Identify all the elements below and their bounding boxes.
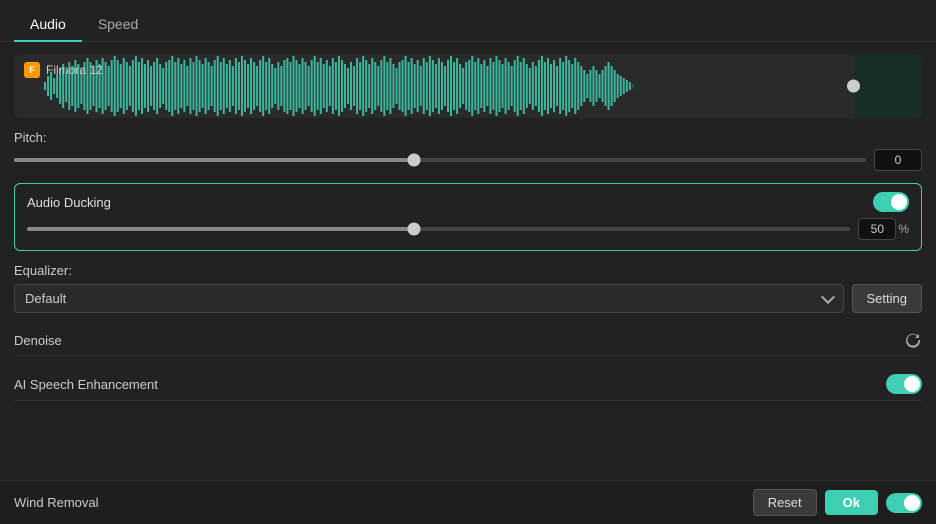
ducking-slider-thumb[interactable]	[407, 223, 420, 236]
ducking-percent: %	[898, 222, 909, 236]
bottom-bar: Wind Removal Reset Ok	[0, 480, 936, 524]
ducking-slider-track[interactable]	[27, 227, 850, 231]
reset-button[interactable]: Reset	[753, 489, 817, 516]
main-container: Audio Speed F Filmora 12	[0, 0, 936, 524]
ai-speech-row: AI Speech Enhancement	[14, 368, 922, 401]
waveform-dark-end	[854, 54, 922, 118]
pitch-slider-row: 0	[14, 149, 922, 171]
pitch-slider-track[interactable]	[14, 158, 866, 162]
equalizer-setting-button[interactable]: Setting	[852, 284, 922, 313]
denoise-row: Denoise	[14, 325, 922, 356]
ai-speech-toggle-knob	[904, 376, 920, 392]
audio-ducking-header: Audio Ducking	[27, 192, 909, 212]
ducking-slider-fill	[27, 227, 414, 231]
equalizer-section: Equalizer: Default Setting	[14, 263, 922, 313]
pitch-value[interactable]: 0	[874, 149, 922, 171]
toggle-knob	[891, 194, 907, 210]
ducking-value-box: 50 %	[858, 218, 909, 240]
audio-ducking-toggle[interactable]	[873, 192, 909, 212]
equalizer-selected-value: Default	[25, 291, 66, 306]
tab-speed[interactable]: Speed	[82, 10, 154, 42]
denoise-refresh-icon[interactable]	[904, 331, 922, 349]
ai-speech-toggle[interactable]	[886, 374, 922, 394]
pitch-slider-fill	[14, 158, 414, 162]
wind-removal-toggle[interactable]	[886, 493, 922, 513]
equalizer-label: Equalizer:	[14, 263, 922, 278]
waveform-playhead[interactable]	[847, 80, 860, 93]
ducking-slider-row: 50 %	[27, 218, 909, 240]
waveform-container: F Filmora 12	[14, 54, 922, 118]
ok-button[interactable]: Ok	[825, 490, 878, 515]
tab-bar: Audio Speed	[0, 0, 936, 42]
audio-ducking-title: Audio Ducking	[27, 195, 111, 210]
denoise-label: Denoise	[14, 333, 62, 348]
wind-removal-toggle-knob	[904, 495, 920, 511]
waveform-svg	[44, 54, 852, 118]
equalizer-controls: Default Setting	[14, 284, 922, 313]
tab-audio[interactable]: Audio	[14, 10, 82, 42]
audio-ducking-section: Audio Ducking 50 %	[14, 183, 922, 251]
filmora-icon: F	[24, 62, 40, 78]
waveform-label: F Filmora 12	[24, 62, 103, 78]
wind-removal-label: Wind Removal	[14, 495, 99, 510]
chevron-down-icon	[820, 290, 834, 304]
content-area: F Filmora 12	[0, 42, 936, 480]
pitch-slider-thumb[interactable]	[408, 154, 421, 167]
waveform-title: Filmora 12	[46, 63, 103, 77]
bottom-actions: Reset Ok	[753, 489, 922, 516]
equalizer-select[interactable]: Default	[14, 284, 844, 313]
pitch-section: Pitch: 0	[14, 130, 922, 171]
pitch-label: Pitch:	[14, 130, 922, 145]
ducking-value[interactable]: 50	[858, 218, 896, 240]
ai-speech-label: AI Speech Enhancement	[14, 377, 158, 392]
